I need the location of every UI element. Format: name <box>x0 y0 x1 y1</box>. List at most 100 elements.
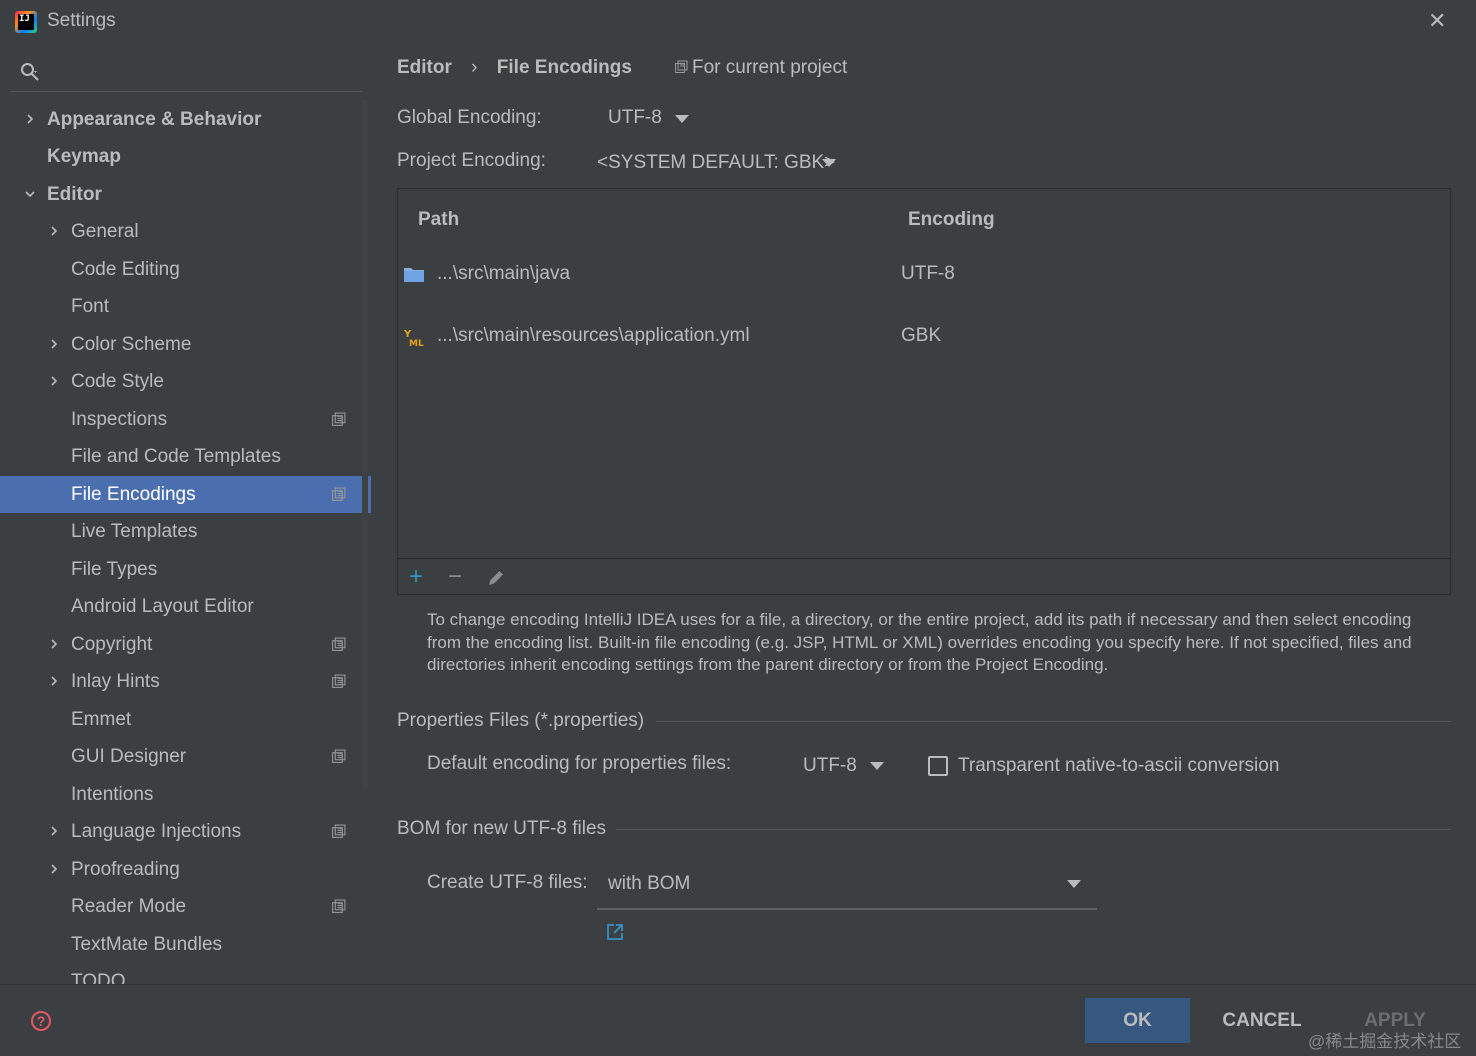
column-header-encoding[interactable]: Encoding <box>908 209 995 231</box>
sidebar-item-file-types[interactable]: File Types <box>0 551 371 588</box>
close-icon[interactable]: ✕ <box>1428 8 1446 34</box>
sidebar-item-copyright[interactable]: Copyright <box>0 626 371 663</box>
sidebar-item-label: Inlay Hints <box>71 671 160 692</box>
project-scope-icon <box>332 487 346 501</box>
sidebar-item-editor[interactable]: Editor <box>0 176 371 213</box>
project-scope-icon <box>332 749 346 763</box>
bom-section-title: BOM for new UTF-8 files <box>397 818 607 839</box>
settings-search-input[interactable] <box>10 52 362 92</box>
properties-encoding-dropdown[interactable]: UTF-8 <box>795 748 895 782</box>
sidebar-item-label: Reader Mode <box>71 896 187 917</box>
sidebar-item-code-editing[interactable]: Code Editing <box>0 251 371 288</box>
window-title: Settings <box>47 10 116 31</box>
folder-icon <box>404 268 424 282</box>
search-icon <box>21 63 39 81</box>
chevron-right-icon[interactable] <box>49 676 59 686</box>
project-scope-icon <box>332 674 346 688</box>
sidebar-item-font[interactable]: Font <box>0 288 371 325</box>
sidebar-item-general[interactable]: General <box>0 213 371 250</box>
sidebar-item-android-layout-editor[interactable]: Android Layout Editor <box>0 588 371 625</box>
sidebar-item-label: Keymap <box>47 146 121 167</box>
sidebar-item-label: GUI Designer <box>71 746 187 767</box>
global-encoding-dropdown[interactable]: UTF-8 <box>599 101 699 135</box>
remove-icon[interactable]: − <box>448 565 462 589</box>
chevron-right-icon[interactable] <box>49 863 59 874</box>
edit-pencil-icon[interactable] <box>486 568 506 588</box>
sidebar-item-code-style[interactable]: Code Style <box>0 363 371 400</box>
transparent-native-to-ascii-checkbox[interactable] <box>928 756 948 776</box>
chevron-right-icon[interactable] <box>49 826 59 836</box>
add-icon[interactable]: + <box>409 565 423 589</box>
sidebar-item-appearance-behavior[interactable]: Appearance & Behavior <box>0 101 371 138</box>
chevron-right-icon[interactable] <box>49 338 59 349</box>
transparent-native-to-ascii-label[interactable]: Transparent native-to-ascii conversion <box>958 755 1279 777</box>
breadcrumb-file-encodings: File Encodings <box>496 57 632 78</box>
svg-text:ML: ML <box>409 339 424 347</box>
project-encoding-dropdown[interactable]: <SYSTEM DEFAULT: GBK> <box>591 145 846 179</box>
sidebar-item-label: Code Style <box>71 371 164 392</box>
default-encoding-properties-label: Default encoding for properties files: <box>427 753 732 774</box>
project-scope-icon <box>332 824 346 838</box>
project-scope-icon <box>675 60 688 73</box>
sidebar-item-live-templates[interactable]: Live Templates <box>0 513 371 550</box>
sidebar-item-label: Editor <box>47 183 102 205</box>
external-link-icon[interactable] <box>606 923 624 941</box>
sidebar-item-label: Inspections <box>71 408 168 430</box>
sidebar-item-label: Font <box>71 296 110 317</box>
properties-encoding-value: UTF-8 <box>803 755 857 776</box>
column-header-path[interactable]: Path <box>418 209 459 231</box>
sidebar-item-label: Appearance & Behavior <box>47 108 262 130</box>
project-encoding-value: <SYSTEM DEFAULT: GBK> <box>597 152 836 173</box>
sidebar-item-inspections[interactable]: Inspections <box>0 401 371 438</box>
sidebar-item-label: File Types <box>71 558 158 580</box>
sidebar-item-file-encodings[interactable]: File Encodings <box>0 475 371 513</box>
sidebar-item-file-and-code-templates[interactable]: File and Code Templates <box>0 438 371 475</box>
global-encoding-value: UTF-8 <box>608 107 662 128</box>
section-divider <box>616 829 1451 830</box>
sidebar-item-language-injections[interactable]: Language Injections <box>0 813 371 850</box>
sidebar-item-textmate-bundles[interactable]: TextMate Bundles <box>0 926 371 963</box>
sidebar-item-reader-mode[interactable]: Reader Mode <box>0 888 371 925</box>
dropdown-underline <box>597 908 1097 910</box>
cancel-button[interactable]: CANCEL <box>1212 998 1312 1043</box>
chevron-down-icon[interactable] <box>25 189 35 199</box>
sidebar-item-label: File Encodings <box>71 483 196 505</box>
create-utf8-files-label: Create UTF-8 files: <box>427 872 588 893</box>
chevron-right-icon[interactable] <box>49 376 59 386</box>
project-scope-icon <box>332 412 346 426</box>
chevron-down-icon <box>870 762 884 770</box>
table-row[interactable]: ...\src\main\java UTF-8 <box>398 255 1450 295</box>
sidebar-item-label: Android Layout Editor <box>71 596 254 617</box>
sidebar-item-gui-designer[interactable]: GUI Designer <box>0 738 371 775</box>
sidebar-item-intentions[interactable]: Intentions <box>0 776 371 813</box>
chevron-right-icon[interactable] <box>49 638 59 649</box>
create-utf8-files-value: with BOM <box>608 873 691 894</box>
help-icon[interactable]: ? <box>31 1011 51 1031</box>
row-encoding[interactable]: GBK <box>901 325 941 347</box>
sidebar-item-keymap[interactable]: Keymap <box>0 138 371 175</box>
sidebar-item-label: Code Editing <box>71 258 180 280</box>
create-utf8-files-dropdown[interactable]: with BOM <box>597 864 1097 910</box>
project-scope-icon <box>332 637 346 651</box>
sidebar-item-todo[interactable]: TODO <box>0 963 371 984</box>
row-encoding[interactable]: UTF-8 <box>901 263 955 285</box>
sidebar-item-inlay-hints[interactable]: Inlay Hints <box>0 663 371 700</box>
sidebar-item-label: General <box>71 221 139 242</box>
sidebar-item-label: TODO <box>71 971 126 984</box>
sidebar-item-emmet[interactable]: Emmet <box>0 701 371 738</box>
sidebar-scrollbar[interactable] <box>362 100 368 790</box>
sidebar-item-color-scheme[interactable]: Color Scheme <box>0 326 371 363</box>
file-encodings-panel: Editor › File Encodings For current proj… <box>371 44 1476 984</box>
intellij-app-icon: IJ <box>15 11 37 33</box>
row-path: ...\src\main\resources\application.yml <box>437 325 750 346</box>
ok-button[interactable]: OK <box>1085 998 1190 1043</box>
sidebar-item-label: Proofreading <box>71 858 180 880</box>
project-scope-icon <box>332 899 346 913</box>
sidebar-item-label: Live Templates <box>71 521 198 542</box>
breadcrumb-editor[interactable]: Editor <box>397 57 452 78</box>
sidebar-item-proofreading[interactable]: Proofreading <box>0 851 371 888</box>
chevron-down-icon <box>822 159 836 167</box>
chevron-right-icon[interactable] <box>25 113 35 124</box>
table-row[interactable]: Y ML ...\src\main\resources\application.… <box>398 317 1450 357</box>
chevron-right-icon[interactable] <box>49 226 59 236</box>
